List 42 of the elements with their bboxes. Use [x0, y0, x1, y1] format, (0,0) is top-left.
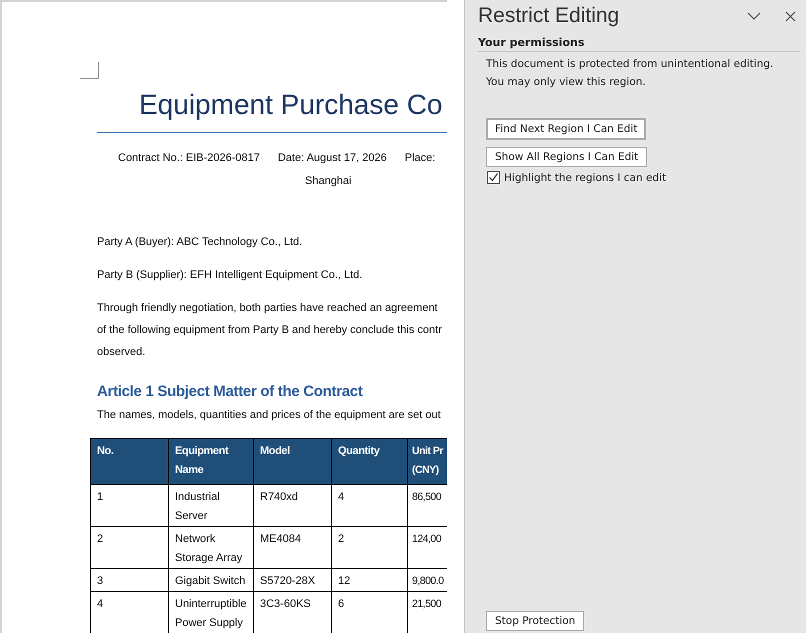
section-heading: Your permissions	[478, 36, 800, 52]
table-cell: S5720-28X	[254, 568, 332, 592]
pane-title: Restrict Editing	[478, 4, 620, 28]
column-header: Equipment Name	[168, 438, 254, 484]
column-header: Model	[254, 438, 332, 484]
paragraph-line: Party A (Buyer): ABC Technology Co., Ltd.	[97, 235, 304, 250]
table-cell: Industrial Server	[168, 484, 254, 526]
column-header: Quantity	[332, 438, 408, 484]
table-cell: 4	[332, 484, 408, 526]
contract-meta: Date: August 17, 2026	[278, 152, 387, 164]
column-header: Unit Pr (CNY)	[408, 438, 447, 484]
contract-meta: Shanghai	[305, 175, 352, 187]
contract-meta: Contract No.: EIB-2026-0817	[118, 152, 260, 164]
checkbox[interactable]	[487, 171, 500, 184]
contract-meta: Place:	[404, 152, 436, 164]
paragraph-line: observed.	[97, 345, 146, 360]
permission-message: You may only view this region.	[486, 75, 647, 90]
paragraph-line: of the following equipment from Party B and hereby conclude this contr	[97, 323, 443, 338]
paragraph-line: Through friendly negotiation, both parties have reached an agreement	[97, 301, 439, 316]
paragraph-line: The names, models, quantities and prices of the equipment are set out	[97, 408, 442, 423]
paragraph-line: Party B (Supplier): EFH Intelligent Equipment Co., Ltd.	[97, 268, 364, 283]
close-icon[interactable]	[785, 10, 796, 22]
table-cell: R740xd	[254, 484, 332, 526]
table-cell: 4	[90, 592, 168, 633]
table-cell: Gigabit Switch	[168, 568, 254, 592]
stop-protection-button[interactable]: Stop Protection	[486, 611, 584, 631]
pane-button[interactable]: Show All Regions I Can Edit	[486, 147, 648, 167]
table-cell: Network Storage Array	[168, 526, 254, 568]
table-cell: 12	[332, 568, 408, 592]
pane-button[interactable]: Find Next Region I Can Edit	[486, 118, 646, 140]
table-cell: 1	[90, 484, 168, 526]
checkbox-label: Highlight the regions I can edit	[504, 172, 666, 184]
permission-message: This document is protected from unintentional editing.	[486, 57, 774, 72]
table-cell: ME4084	[254, 526, 332, 568]
article-heading: Article 1 Subject Matter of the Contract	[97, 383, 364, 400]
table-cell: 2	[332, 526, 408, 568]
table-cell: 2	[90, 526, 168, 568]
column-header: No.	[90, 438, 168, 484]
page-corner-mark	[80, 62, 99, 79]
table-cell: 3	[90, 568, 168, 592]
document-title: Equipment Purchase Co	[139, 88, 444, 122]
chevron-down-icon[interactable]	[747, 12, 761, 20]
